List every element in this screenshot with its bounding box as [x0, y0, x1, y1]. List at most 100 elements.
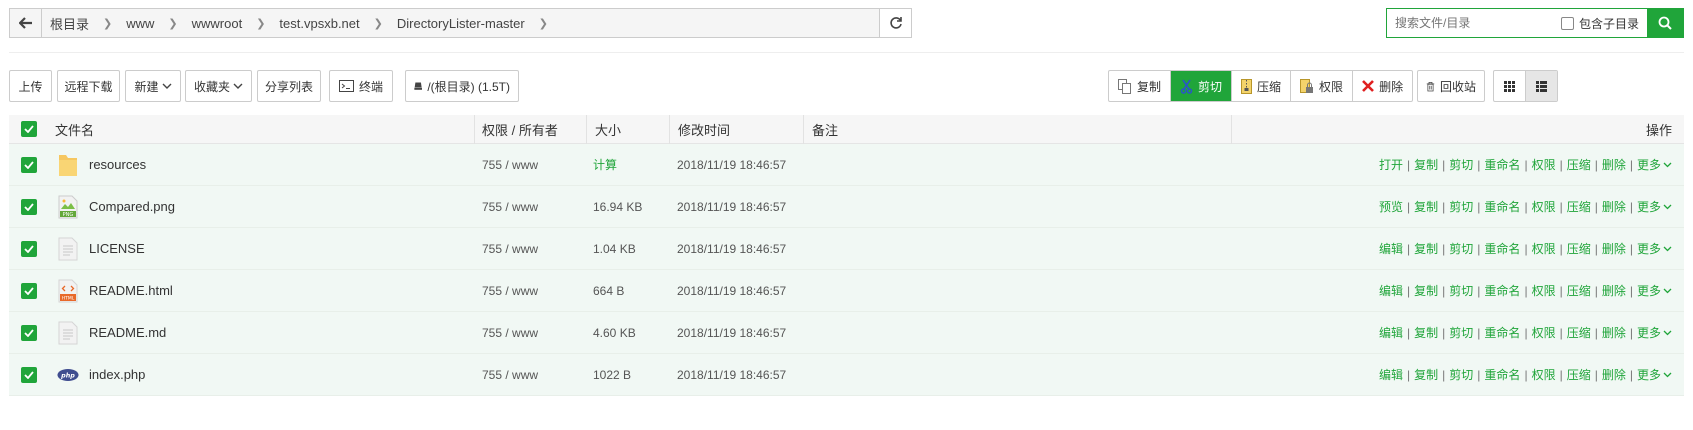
breadcrumb-item[interactable]: test.vpsxb.net ❯: [279, 16, 382, 31]
row-action-link[interactable]: 删除: [1602, 324, 1626, 341]
breadcrumb-item[interactable]: www ❯: [126, 16, 177, 31]
table-row[interactable]: HTML README.html 755 / www 664 B 2018/11/19 …: [9, 270, 1684, 312]
back-button[interactable]: [10, 9, 42, 37]
file-name[interactable]: README.html: [89, 270, 173, 311]
row-action-link[interactable]: 压缩: [1567, 282, 1591, 299]
row-action-link[interactable]: 删除: [1602, 282, 1626, 299]
breadcrumb-item[interactable]: 根目录 ❯: [50, 14, 112, 33]
row-action-link[interactable]: 压缩: [1567, 324, 1591, 341]
row-action-link[interactable]: 压缩: [1567, 366, 1591, 383]
header-mtime[interactable]: 修改时间: [678, 115, 730, 143]
table-row[interactable]: resources 755 / www 计算 2018/11/19 18:46:57 打…: [9, 144, 1684, 186]
row-action-link[interactable]: 复制: [1414, 156, 1438, 173]
row-action-link[interactable]: 删除: [1602, 366, 1626, 383]
row-action-link[interactable]: 复制: [1414, 198, 1438, 215]
select-all-checkbox[interactable]: [21, 115, 37, 143]
terminal-button[interactable]: 终端: [329, 70, 393, 102]
refresh-button[interactable]: [879, 9, 911, 37]
search-input[interactable]: [1387, 9, 1561, 37]
file-name[interactable]: index.php: [89, 354, 145, 395]
row-action-link[interactable]: 预览: [1379, 198, 1403, 215]
file-permission[interactable]: 755 / www: [482, 270, 538, 311]
include-subdir-checkbox[interactable]: 包含子目录: [1560, 9, 1647, 37]
row-action-link[interactable]: 重命名: [1484, 156, 1520, 173]
row-action-link[interactable]: 压缩: [1567, 240, 1591, 257]
row-action-link[interactable]: 编辑: [1379, 240, 1403, 257]
grid-view-button[interactable]: [1494, 71, 1526, 101]
row-action-link[interactable]: 编辑: [1379, 282, 1403, 299]
breadcrumb-item[interactable]: DirectoryLister-master ❯: [397, 16, 548, 31]
row-checkbox[interactable]: [21, 228, 37, 269]
row-action-link[interactable]: 复制: [1414, 366, 1438, 383]
recycle-bin-button[interactable]: 回收站: [1417, 70, 1485, 102]
row-action-link[interactable]: 重命名: [1484, 240, 1520, 257]
row-action-link[interactable]: 复制: [1414, 324, 1438, 341]
row-action-link[interactable]: 删除: [1602, 156, 1626, 173]
file-permission[interactable]: 755 / www: [482, 228, 538, 269]
file-permission[interactable]: 755 / www: [482, 312, 538, 353]
row-checkbox[interactable]: [21, 144, 37, 185]
share-list-button[interactable]: 分享列表: [257, 70, 321, 102]
search-button[interactable]: [1647, 9, 1683, 37]
row-action-link[interactable]: 重命名: [1484, 282, 1520, 299]
favorites-button[interactable]: 收藏夹: [185, 70, 252, 102]
permission-button[interactable]: 权限: [1291, 71, 1354, 101]
row-checkbox[interactable]: [21, 354, 37, 395]
row-action-link[interactable]: 权限: [1532, 198, 1556, 215]
row-action-link[interactable]: 更多: [1637, 366, 1661, 383]
list-view-button[interactable]: [1526, 71, 1557, 101]
row-action-link[interactable]: 重命名: [1484, 366, 1520, 383]
remote-download-button[interactable]: 远程下载: [57, 70, 120, 102]
row-action-link[interactable]: 剪切: [1449, 324, 1473, 341]
row-action-link[interactable]: 更多: [1637, 198, 1661, 215]
row-action-link[interactable]: 剪切: [1449, 198, 1473, 215]
row-action-link[interactable]: 权限: [1532, 282, 1556, 299]
table-row[interactable]: PNG Compared.png 755 / www 16.94 KB 2018/11/…: [9, 186, 1684, 228]
disk-button[interactable]: /(根目录) (1.5T): [405, 70, 519, 102]
row-action-link[interactable]: 更多: [1637, 156, 1661, 173]
row-action-link[interactable]: 重命名: [1484, 198, 1520, 215]
row-action-link[interactable]: 复制: [1414, 282, 1438, 299]
upload-button[interactable]: 上传: [9, 70, 52, 102]
file-permission[interactable]: 755 / www: [482, 354, 538, 395]
file-name[interactable]: README.md: [89, 312, 166, 353]
header-size[interactable]: 大小: [595, 115, 621, 143]
header-perm[interactable]: 权限 / 所有者: [482, 115, 558, 143]
row-action-link[interactable]: 权限: [1532, 324, 1556, 341]
row-action-link[interactable]: 删除: [1602, 198, 1626, 215]
row-action-link[interactable]: 权限: [1532, 366, 1556, 383]
file-name[interactable]: LICENSE: [89, 228, 145, 269]
file-permission[interactable]: 755 / www: [482, 186, 538, 227]
row-action-link[interactable]: 更多: [1637, 240, 1661, 257]
row-action-link[interactable]: 剪切: [1449, 156, 1473, 173]
row-checkbox[interactable]: [21, 312, 37, 353]
row-action-link[interactable]: 权限: [1532, 240, 1556, 257]
row-action-link[interactable]: 打开: [1379, 156, 1403, 173]
delete-button[interactable]: 删除: [1353, 71, 1412, 101]
row-action-link[interactable]: 更多: [1637, 324, 1661, 341]
row-action-link[interactable]: 剪切: [1449, 282, 1473, 299]
row-action-link[interactable]: 权限: [1532, 156, 1556, 173]
row-action-link[interactable]: 更多: [1637, 282, 1661, 299]
row-action-link[interactable]: 删除: [1602, 240, 1626, 257]
table-row[interactable]: php index.php 755 / www 1022 B 2018/11/19 18…: [9, 354, 1684, 396]
cut-button[interactable]: 剪切: [1171, 71, 1233, 101]
compress-button[interactable]: 压缩: [1232, 71, 1292, 101]
row-action-link[interactable]: 压缩: [1567, 198, 1591, 215]
row-action-link[interactable]: 剪切: [1449, 366, 1473, 383]
row-action-link[interactable]: 编辑: [1379, 324, 1403, 341]
copy-button[interactable]: 复制: [1109, 71, 1172, 101]
file-size[interactable]: 计算: [593, 144, 617, 185]
table-row[interactable]: LICENSE 755 / www 1.04 KB 2018/11/19 18:46:…: [9, 228, 1684, 270]
row-action-link[interactable]: 编辑: [1379, 366, 1403, 383]
row-checkbox[interactable]: [21, 270, 37, 311]
file-name[interactable]: Compared.png: [89, 186, 175, 227]
row-action-link[interactable]: 重命名: [1484, 324, 1520, 341]
row-checkbox[interactable]: [21, 186, 37, 227]
header-name[interactable]: 文件名: [55, 115, 94, 143]
new-button[interactable]: 新建: [125, 70, 181, 102]
file-permission[interactable]: 755 / www: [482, 144, 538, 185]
row-action-link[interactable]: 复制: [1414, 240, 1438, 257]
breadcrumb-item[interactable]: wwwroot ❯: [192, 16, 266, 31]
row-action-link[interactable]: 压缩: [1567, 156, 1591, 173]
